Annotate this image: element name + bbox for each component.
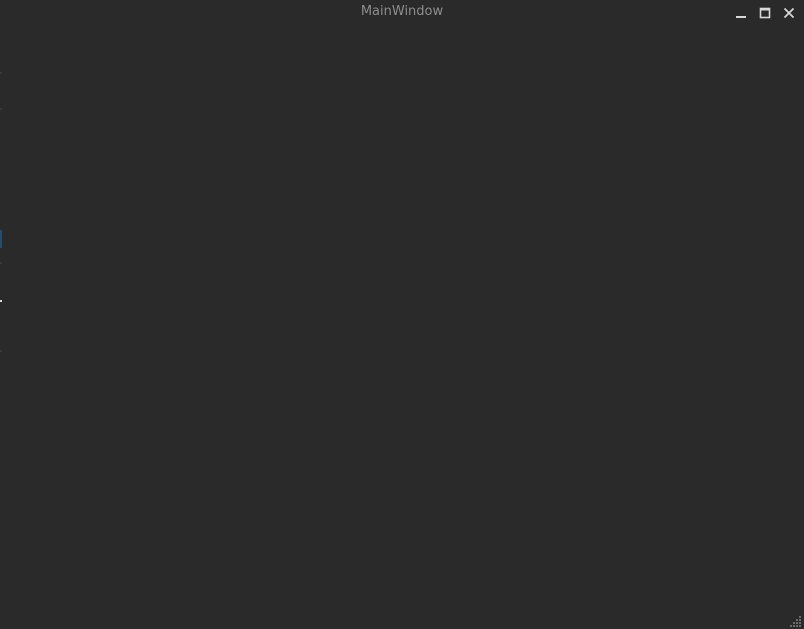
window-controls [732, 4, 798, 22]
main-window: MainWindow [0, 0, 804, 629]
window-title: MainWindow [360, 4, 444, 19]
minimize-button[interactable] [732, 4, 750, 22]
close-icon [783, 7, 795, 19]
maximize-icon [759, 7, 771, 19]
close-button[interactable] [780, 4, 798, 22]
resize-grip-icon[interactable] [790, 615, 802, 627]
window-content-area [2, 26, 804, 629]
minimize-icon [736, 16, 746, 18]
maximize-button[interactable] [756, 4, 774, 22]
title-bar[interactable]: MainWindow [0, 0, 804, 26]
